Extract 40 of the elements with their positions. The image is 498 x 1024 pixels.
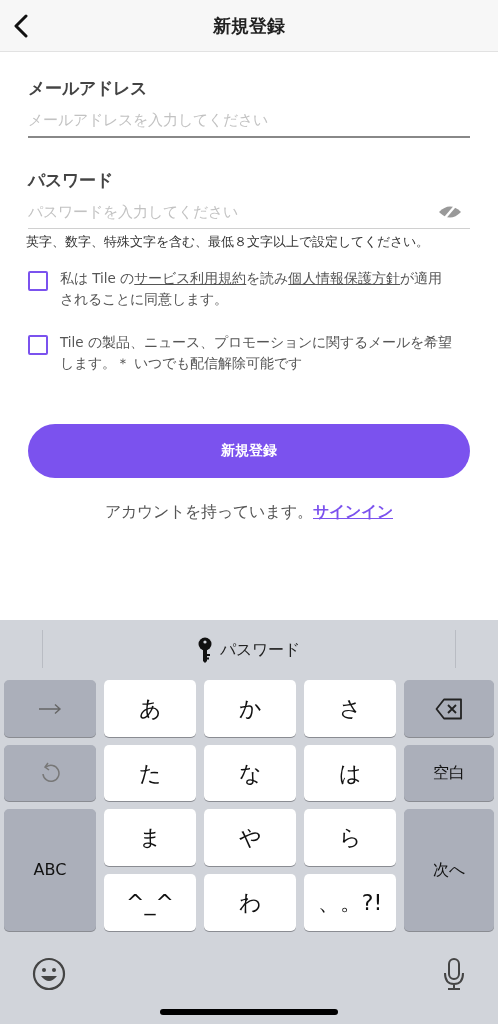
keyboard-key[interactable]: か <box>204 680 296 737</box>
backspace-key[interactable] <box>404 680 494 737</box>
signin-link[interactable]: サインイン <box>313 499 393 524</box>
keyboard-key[interactable]: あ <box>104 680 196 737</box>
keyboard-key[interactable]: た <box>104 745 196 801</box>
keyboard-key[interactable]: は <box>304 745 396 801</box>
signup-button[interactable]: 新規登録 <box>28 423 470 478</box>
checkbox[interactable] <box>28 334 48 355</box>
consent-text: Tile の製品、ニュース、プロモーションに関するメールを希望します。＊ いつでも配信解除可能です <box>60 332 453 373</box>
keyboard-key[interactable]: わ <box>204 874 296 931</box>
screen-title: 新規登録 <box>213 14 285 38</box>
keyboard-key[interactable]: 空白 <box>404 745 494 801</box>
keyboard-key[interactable]: 、。?! <box>304 874 396 931</box>
keyboard-key[interactable]: 次へ <box>404 809 494 931</box>
keyboard-key[interactable]: ら <box>304 809 396 866</box>
account-prompt: アカウントを持っています。 <box>105 500 313 523</box>
keyboard-key[interactable]: な <box>204 745 296 801</box>
hidden-eye-icon[interactable] <box>438 204 462 220</box>
backspace-icon <box>435 697 463 720</box>
keyboard-key[interactable]: ABC <box>4 809 96 931</box>
emoji-icon[interactable] <box>32 957 66 991</box>
undo-icon <box>40 762 60 784</box>
keyboard-key[interactable]: さ <box>304 680 396 737</box>
checkbox[interactable] <box>28 270 48 291</box>
keyboard-key[interactable]: ^_^ <box>104 874 196 931</box>
field-label: メールアドレス <box>28 77 148 100</box>
consent-text: 私は Tile のサービス利用規約を読み個人情報保護方針が適用されることに同意します。 <box>60 268 444 309</box>
keyboard-key[interactable]: や <box>204 809 296 866</box>
policy-link[interactable]: 個人情報保護方針 <box>288 269 401 286</box>
password-suggestion[interactable]: パスワード <box>198 637 300 663</box>
email-field[interactable]: メールアドレスを入力してください <box>28 103 470 138</box>
field-label: パスワード <box>28 168 114 192</box>
password-field[interactable]: パスワードを入力してください <box>28 195 470 229</box>
policy-link[interactable]: サービス利用規約 <box>134 269 247 286</box>
back-icon[interactable] <box>13 14 29 38</box>
key-icon <box>198 637 212 663</box>
arrow-right-icon <box>38 702 62 715</box>
password-hint: 英字、数字、特殊文字を含む、最低８文字以上で設定してください。 <box>26 233 430 251</box>
microphone-icon[interactable] <box>442 957 466 991</box>
keyboard-key[interactable]: ま <box>104 809 196 866</box>
